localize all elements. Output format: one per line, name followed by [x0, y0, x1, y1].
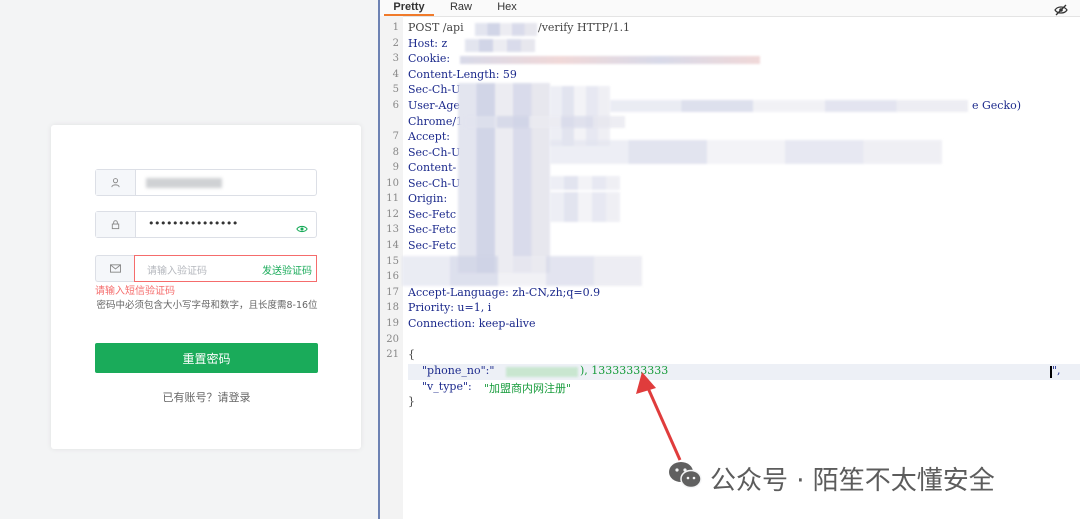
line-number: 20: [386, 334, 399, 345]
header-user-agent-tail: e Gecko): [972, 99, 1022, 112]
line-number: 6: [392, 100, 399, 111]
line-number: 15: [386, 256, 399, 267]
header-accept-language: Accept-Language: zh-CN,zh;q=0.9: [408, 286, 601, 299]
login-link[interactable]: 已有账号？请登录: [95, 389, 318, 405]
reset-password-card: ••••••••••••••• 请输入验证码 发送验证码 请输入短信验证码 密码…: [51, 125, 361, 449]
line-number: 19: [386, 318, 399, 329]
sms-code-field[interactable]: 请输入验证码 发送验证码: [95, 255, 317, 282]
line-number: 18: [386, 302, 399, 313]
line-number: 11: [386, 193, 399, 204]
line-number: 10: [386, 178, 399, 189]
header-origin: Origin:: [408, 192, 448, 205]
line-number: 17: [386, 287, 399, 298]
line-number: 14: [386, 240, 399, 251]
tab-pretty[interactable]: Pretty: [384, 0, 434, 16]
sms-code-error: 请输入短信验证码: [95, 286, 175, 297]
header-user-agent-cont: Chrome/1: [408, 115, 464, 128]
line-number: 5: [392, 84, 399, 95]
header-sec-ch-ua: Sec-Ch-U: [408, 83, 461, 96]
redaction-blur: [550, 176, 620, 190]
wechat-icon: [669, 462, 702, 489]
tab-raw[interactable]: Raw: [446, 0, 476, 16]
request-line: /verify HTTP/1.1: [538, 21, 631, 34]
json-open-brace: {: [408, 348, 415, 361]
redaction-blur: [550, 192, 620, 222]
line-number: 3: [392, 53, 399, 64]
watermark-text: 公众号 · 陌笙不太懂安全: [710, 466, 995, 496]
eye-icon[interactable]: [296, 219, 308, 238]
redaction-blur: [465, 116, 625, 128]
eye-off-icon[interactable]: [1054, 1, 1068, 20]
password-field[interactable]: •••••••••••••••: [95, 211, 317, 238]
reset-password-button[interactable]: 重置密码: [95, 343, 318, 373]
lock-icon: [96, 212, 136, 237]
line-number: 1: [392, 22, 399, 33]
redaction-blur: [506, 367, 578, 377]
json-value-vtype: "加盟商内网注册": [484, 382, 572, 395]
json-key-vtype: "v_type":: [422, 380, 472, 393]
header-content-type: Content-: [408, 161, 457, 174]
username-field[interactable]: [95, 169, 317, 196]
redaction-blur: [402, 256, 642, 286]
redaction-blur: [475, 23, 537, 36]
line-number: 7: [392, 131, 399, 142]
user-icon: [96, 170, 136, 195]
header-sec-ch-ua: Sec-Ch-U: [408, 146, 461, 159]
header-sec-fetch: Sec-Fetc: [408, 223, 457, 236]
password-value: •••••••••••••••: [148, 217, 238, 230]
request-editor-panel: Pretty Raw Hex 1 2 3 4 5 6 7 8 9 10 11 1…: [378, 0, 1080, 519]
redaction-blur: [460, 56, 760, 64]
line-number: 16: [386, 271, 399, 282]
tab-hex[interactable]: Hex: [492, 0, 522, 16]
header-sec-fetch: Sec-Fetc: [408, 239, 457, 252]
json-comma: ",: [1052, 364, 1061, 377]
redaction-blur: [458, 83, 550, 273]
line-number: 21: [386, 349, 399, 360]
header-cookie: Cookie:: [408, 52, 454, 65]
watermark: 公众号 · 陌笙不太懂安全: [667, 456, 1067, 496]
header-host: Host: z: [408, 37, 448, 50]
header-priority: Priority: u=1, i: [408, 301, 492, 314]
header-sec-fetch: Sec-Fetc: [408, 208, 457, 221]
redaction-blur: [465, 39, 535, 52]
password-hint: 密码中必须包含大小写字母和数字，且长度需8-16位: [96, 300, 318, 311]
sms-code-placeholder: 请输入验证码: [147, 266, 207, 277]
username-value-blurred: [146, 178, 222, 188]
view-tabs: Pretty Raw Hex: [380, 0, 1080, 17]
send-code-button[interactable]: 发送验证码: [262, 262, 312, 277]
line-number: 9: [392, 162, 399, 173]
annotation-arrow-icon: [636, 372, 682, 461]
header-sec-ch-ua: Sec-Ch-U: [408, 177, 461, 190]
header-connection: Connection: keep-alive: [408, 317, 536, 330]
line-number: 2: [392, 38, 399, 49]
json-key-phone: "phone_no":": [422, 364, 495, 377]
line-number: 8: [392, 147, 399, 158]
request-line: POST /api: [408, 21, 464, 34]
line-number: 12: [386, 209, 399, 220]
json-close-brace: }: [408, 395, 415, 408]
redaction-blur: [610, 100, 968, 112]
line-number: 13: [386, 224, 399, 235]
redaction-blur: [550, 140, 942, 164]
header-content-length: Content-Length: 59: [408, 68, 517, 81]
line-number: 4: [392, 69, 399, 80]
sms-code-input[interactable]: 请输入验证码 发送验证码: [134, 255, 317, 282]
header-accept: Accept:: [408, 130, 450, 143]
mail-icon: [95, 255, 135, 282]
header-user-agent: User-Age: [408, 99, 460, 112]
